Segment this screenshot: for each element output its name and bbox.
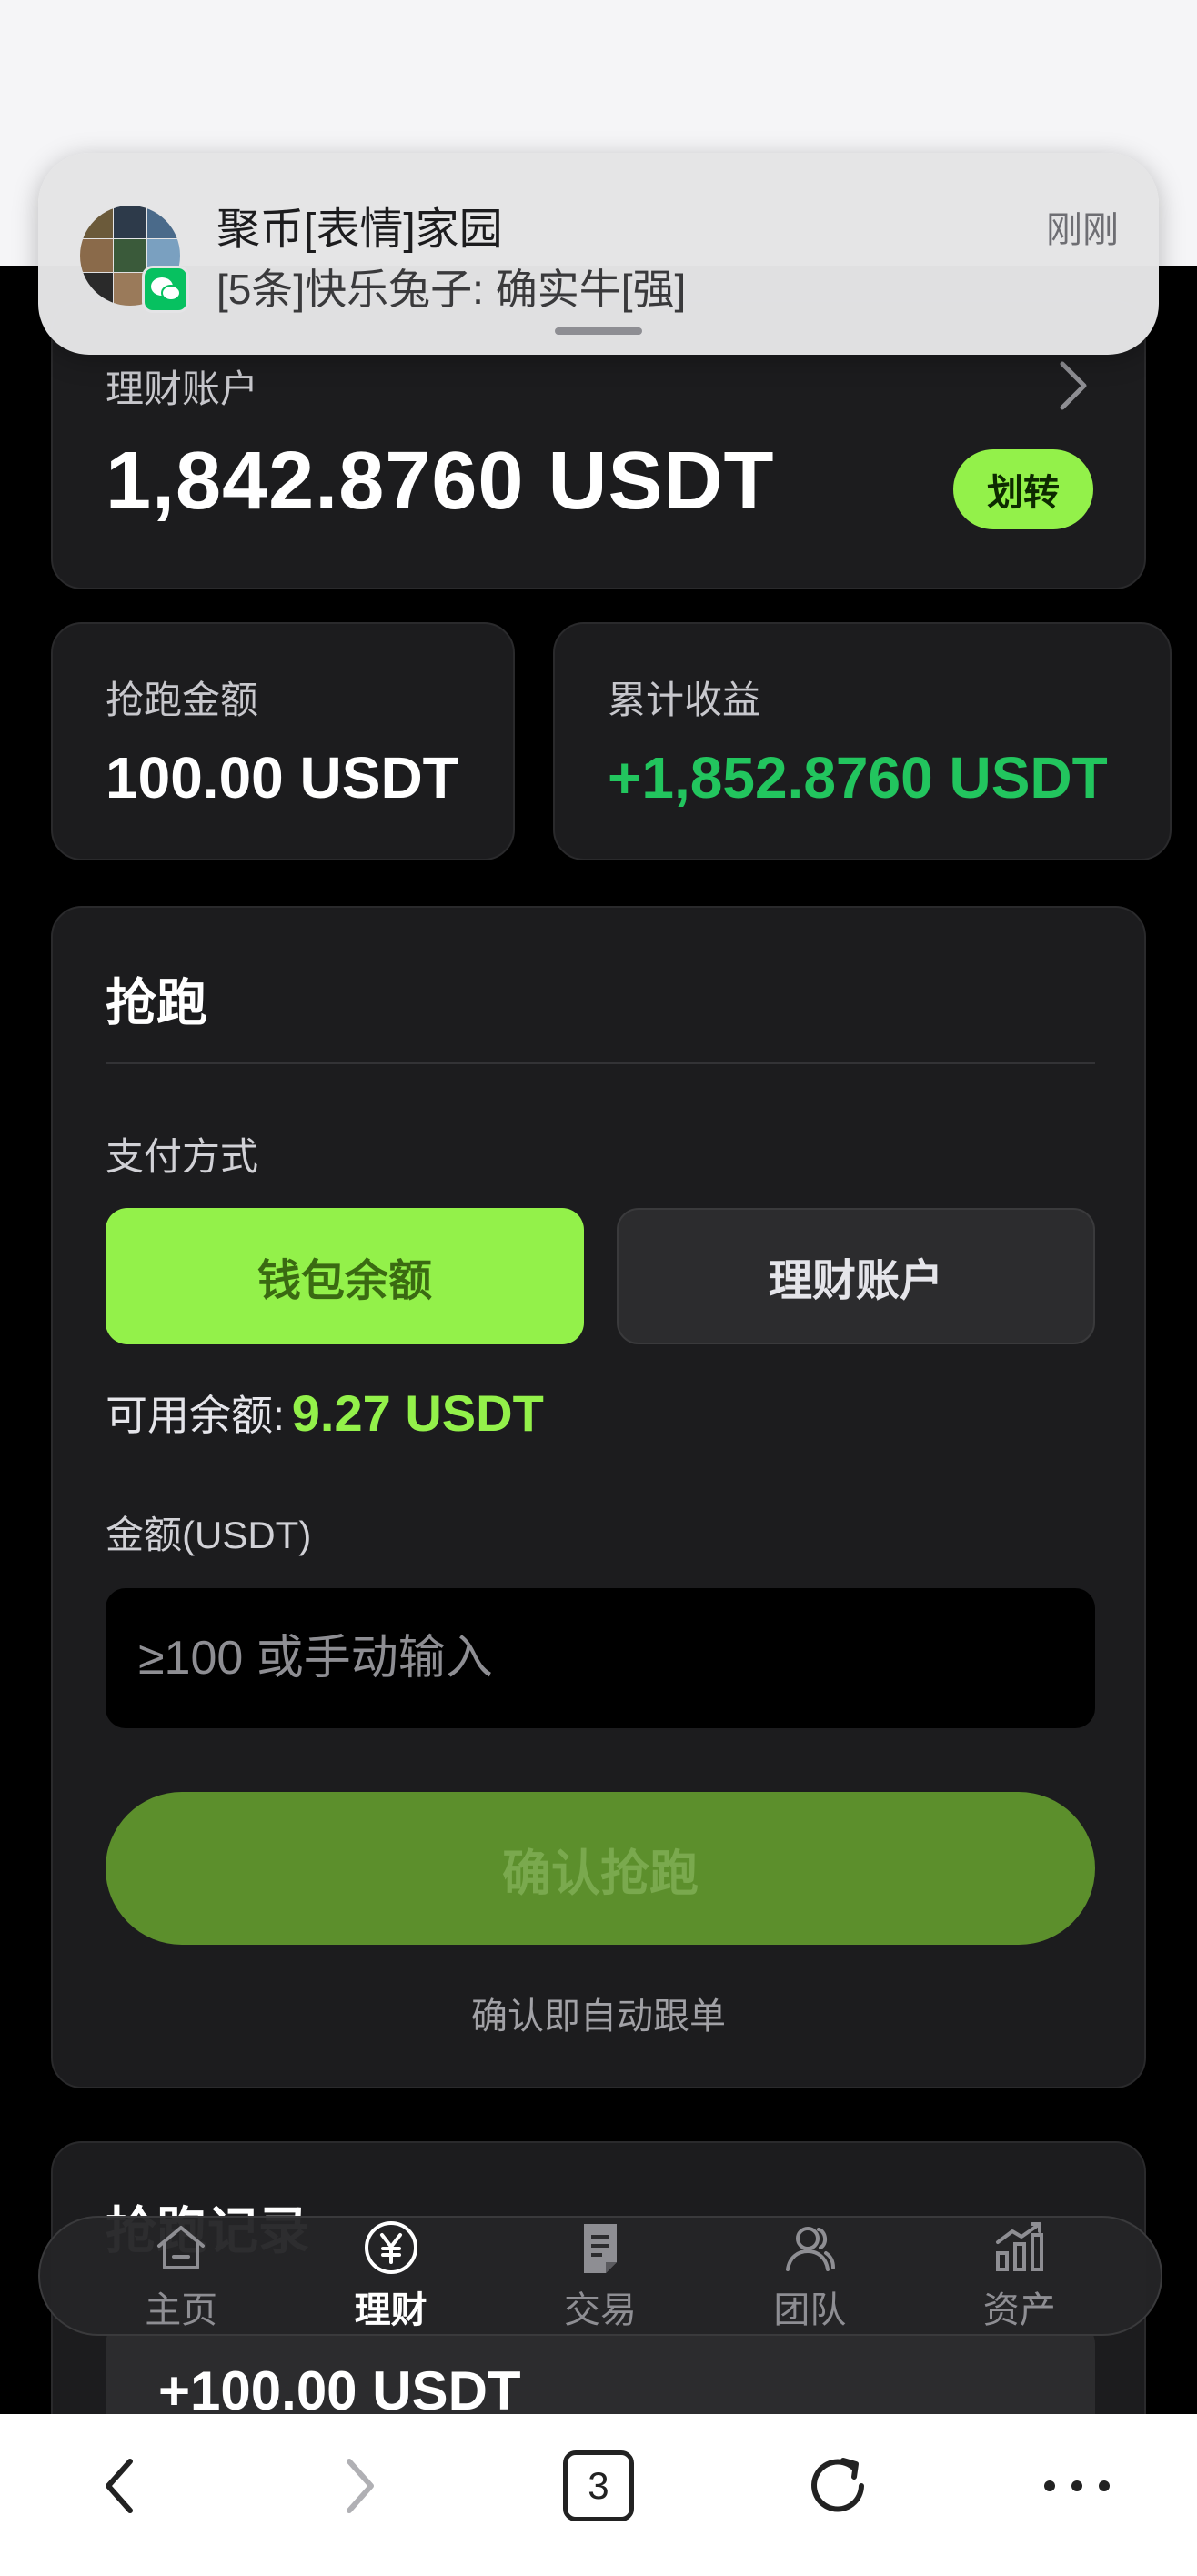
transfer-button[interactable]: 划转 [953, 449, 1093, 529]
tab-label: 资产 [982, 2290, 1056, 2330]
pay-option-finance-account[interactable]: 理财账户 [617, 1208, 1095, 1344]
grab-amount-value: 100.00 USDT [106, 745, 458, 810]
divider [106, 1062, 1095, 1064]
chevron-right-icon[interactable] [1053, 358, 1093, 413]
browser-toolbar: 3 [0, 2414, 1197, 2576]
grab-amount-label: 抢跑金额 [106, 679, 259, 721]
chevron-right-icon [346, 2459, 374, 2513]
tab-label: 主页 [145, 2290, 218, 2330]
tab-label: 团队 [773, 2290, 847, 2330]
chart-icon [995, 2222, 1043, 2271]
total-income-card: 累计收益 +1,852.8760 USDT [553, 622, 1172, 860]
account-label: 理财账户 [106, 367, 259, 410]
tab-finance[interactable]: 理财 [318, 2219, 464, 2333]
tabs-button[interactable]: 3 [544, 2440, 653, 2531]
total-income-value: +1,852.8760 USDT [608, 745, 1108, 810]
pay-method-label: 支付方式 [106, 1135, 259, 1178]
grab-amount-card: 抢跑金额 100.00 USDT [51, 622, 515, 860]
yuan-icon [364, 2221, 417, 2274]
available-balance-label: 可用余额: [106, 1392, 285, 1439]
amount-field-label: 金额(USDT) [106, 1514, 312, 1556]
reload-icon [811, 2458, 865, 2512]
reload-button[interactable] [783, 2440, 892, 2531]
more-button[interactable] [1022, 2440, 1132, 2531]
tab-assets[interactable]: 资产 [947, 2219, 1092, 2333]
wechat-icon [142, 266, 189, 313]
chevron-left-icon [105, 2459, 133, 2513]
amount-input[interactable] [106, 1588, 1095, 1728]
more-icon [1044, 2480, 1111, 2491]
document-icon [583, 2224, 617, 2273]
bottom-tab-bar: 主页 理财 交易 团队 资产 [38, 2216, 1162, 2336]
confirm-grab-button[interactable]: 确认抢跑 [106, 1792, 1095, 1945]
tab-label: 理财 [354, 2290, 428, 2330]
users-icon [786, 2227, 836, 2271]
home-icon [157, 2226, 206, 2269]
tab-count: 3 [562, 2450, 634, 2521]
grab-title: 抢跑 [106, 974, 207, 1031]
grab-form-card: 抢跑 支付方式 钱包余额 理财账户 可用余额: 9.27 USDT 金额(USD… [51, 906, 1146, 2088]
notification-time: 刚刚 [1046, 210, 1119, 250]
notification-message: [5条]快乐兔子: 确实牛[强] [216, 266, 687, 313]
record-amount: +100.00 USDT [158, 2360, 521, 2421]
forward-button[interactable] [305, 2440, 414, 2531]
total-income-label: 累计收益 [608, 679, 761, 721]
tab-team[interactable]: 团队 [737, 2219, 882, 2333]
tab-home[interactable]: 主页 [108, 2219, 254, 2333]
account-balance: 1,842.8760 USDT [106, 436, 775, 527]
back-button[interactable] [65, 2440, 175, 2531]
notification-handle[interactable] [555, 327, 642, 335]
pay-option-wallet-balance[interactable]: 钱包余额 [106, 1208, 584, 1344]
tab-trade[interactable]: 交易 [528, 2219, 673, 2333]
notification-title: 聚币[表情]家园 [216, 206, 503, 254]
notification-banner[interactable]: 聚币[表情]家园 [5条]快乐兔子: 确实牛[强] 刚刚 [38, 153, 1159, 355]
auto-follow-note: 确认即自动跟单 [471, 1997, 726, 2037]
available-balance-row: 可用余额: 9.27 USDT [106, 1383, 544, 1443]
available-balance-value: 9.27 USDT [291, 1384, 544, 1442]
tab-label: 交易 [563, 2290, 637, 2330]
